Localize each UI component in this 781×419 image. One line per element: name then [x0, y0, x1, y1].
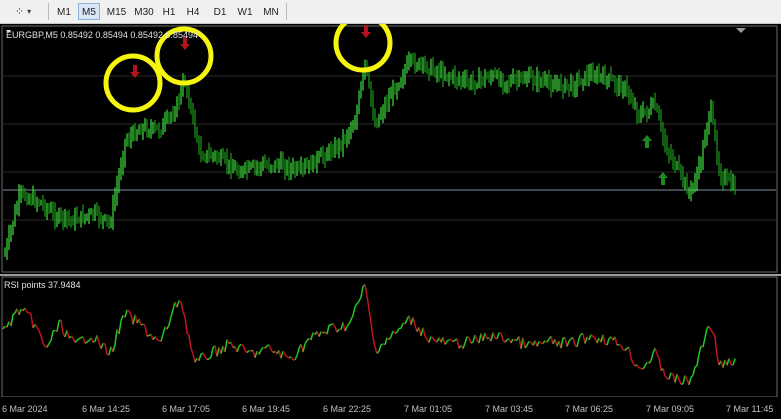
toolbar-divider [286, 3, 287, 20]
time-label: 6 Mar 17:05 [162, 404, 211, 414]
timeframe-m15-button[interactable]: M15 [103, 3, 130, 20]
line-tools-icon: ⁘ [14, 6, 25, 18]
rsi-segment [52, 329, 56, 332]
time-label: 7 Mar 03:45 [485, 404, 534, 414]
timeframe-h4-button[interactable]: H4 [182, 3, 204, 20]
time-axis: 6 Mar 2024 6 Mar 14:25 6 Mar 17:05 6 Mar… [0, 397, 781, 419]
time-label: 7 Mar 01:05 [404, 404, 453, 414]
rsi-segment [240, 343, 244, 346]
timeframe-m30-button[interactable]: M30 [131, 3, 157, 20]
time-label: 6 Mar 22:25 [323, 404, 372, 414]
rsi-segment [394, 331, 398, 334]
rsi-segment [102, 342, 106, 345]
rsi-segment [638, 366, 642, 370]
time-label: 6 Mar 14:25 [82, 404, 131, 414]
rsi-segment [320, 331, 324, 334]
time-label: 7 Mar 09:05 [646, 404, 695, 414]
timeframe-m1-button[interactable]: M1 [53, 3, 75, 20]
rsi-segment [126, 309, 130, 312]
timeframe-w1-button[interactable]: W1 [234, 3, 256, 20]
rsi-segment [380, 343, 384, 346]
time-label: 7 Mar 06:25 [565, 404, 614, 414]
chart-area[interactable] [0, 24, 781, 397]
timeframe-d1-button[interactable]: D1 [209, 3, 231, 20]
rsi-segment [146, 334, 150, 337]
rsi-segment [512, 338, 516, 341]
chart-toolbar: ⁘ ▾ M1 M5 M15 M30 H1 H4 D1 W1 MN [0, 0, 781, 24]
dropdown-icon: ▾ [27, 7, 32, 16]
line-tools-button[interactable]: ⁘ ▾ [6, 3, 40, 20]
symbol-info-label: EURGBP,M5 0.85492 0.85494 0.85492 0.8549… [6, 30, 198, 40]
rsi-segment [618, 343, 622, 347]
rsi-segment [694, 365, 698, 368]
time-label: 6 Mar 2024 [2, 404, 48, 414]
rsi-segment [76, 338, 80, 341]
time-label: 7 Mar 11:45 [726, 404, 774, 414]
rsi-segment [142, 323, 146, 326]
timeframe-m5-button[interactable]: M5 [78, 3, 100, 20]
rsi-segment [92, 340, 96, 343]
rsi-info-label: RSI points 37.9484 [4, 280, 81, 290]
timeframe-mn-button[interactable]: MN [259, 3, 283, 20]
rsi-segment [498, 331, 502, 334]
timeframe-h1-button[interactable]: H1 [158, 3, 180, 20]
time-label: 6 Mar 19:45 [242, 404, 291, 414]
toolbar-divider [48, 3, 49, 20]
rsi-segment [528, 340, 532, 344]
rsi-segment [470, 341, 474, 344]
rsi-segment [86, 340, 90, 343]
